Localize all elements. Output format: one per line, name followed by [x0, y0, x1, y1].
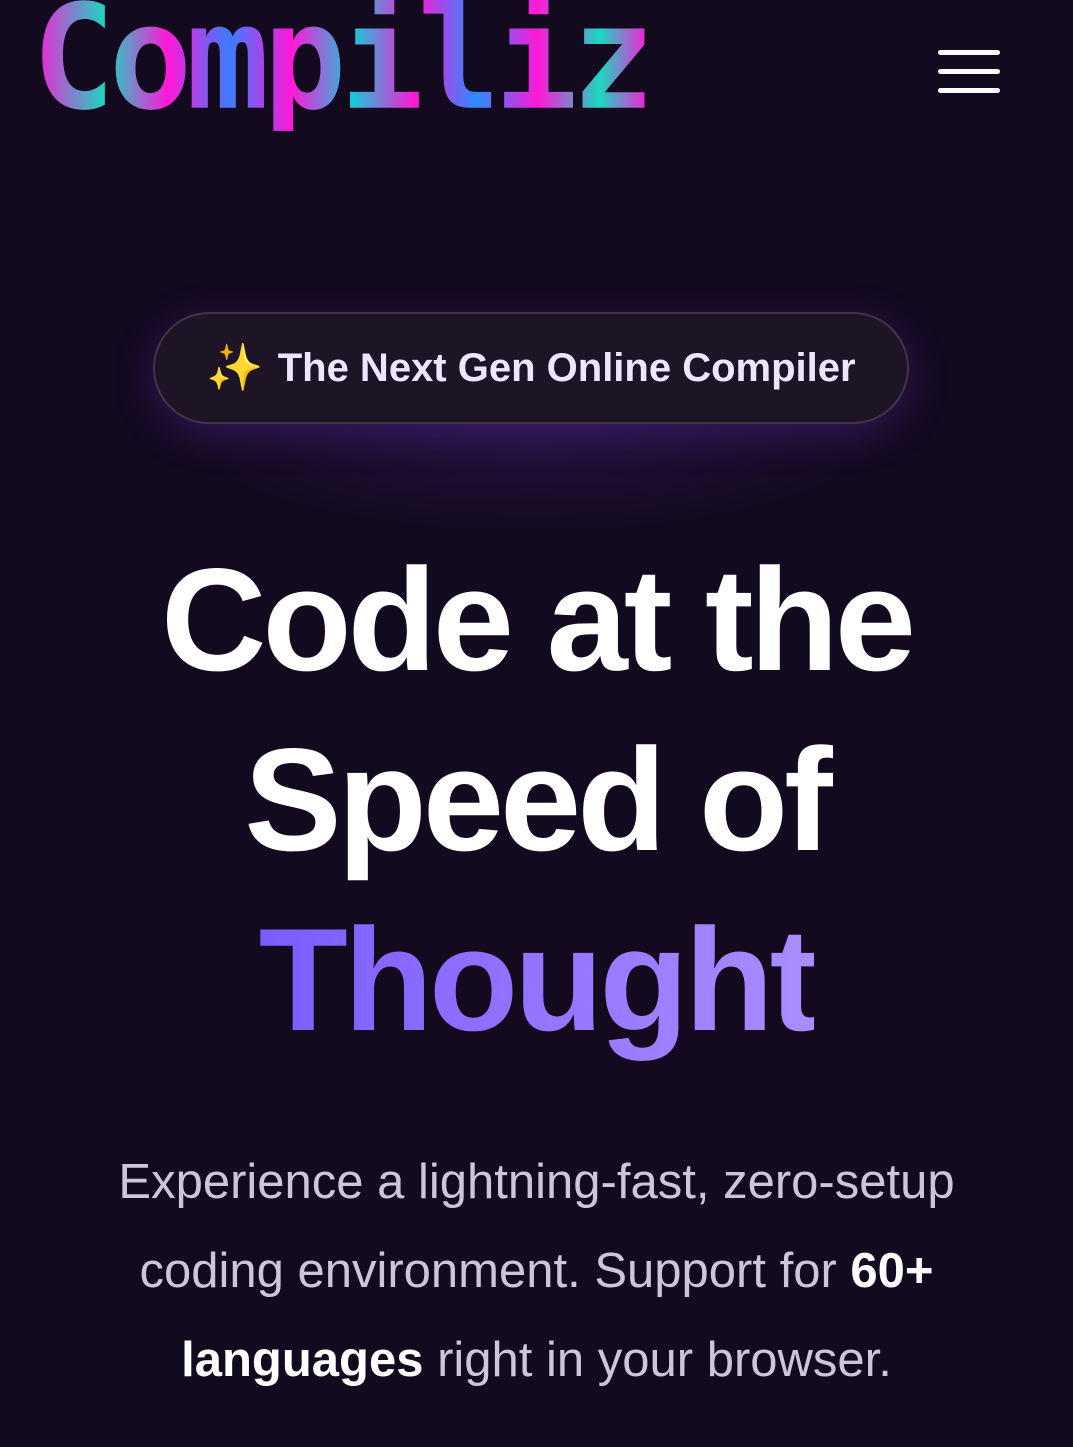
hero-title: Code at the Speed of Thought [0, 530, 1073, 1070]
hero-title-line-1: Code at the [161, 538, 916, 701]
hero-subtitle: Experience a lightning-fast, zero-setup … [40, 1138, 1033, 1405]
hamburger-menu-icon[interactable] [932, 44, 1008, 100]
site-header: Compiliz [0, 0, 1073, 150]
sparkles-icon: ✨ [206, 340, 264, 394]
subtitle-highlight-count: 60+ [850, 1244, 934, 1298]
hero-title-accent: Thought [259, 890, 819, 1070]
subtitle-text-2: right in your browser. [423, 1333, 892, 1387]
compiliz-logo[interactable]: Compiliz [32, 0, 655, 131]
menu-bar-middle [938, 69, 1000, 74]
subtitle-highlight-languages: languages [181, 1333, 424, 1387]
subtitle-text-1: Experience a lightning-fast, zero-setup … [118, 1155, 955, 1298]
hero-title-line-3: Thought [0, 890, 1073, 1070]
hero-title-line-2: Speed of [244, 718, 833, 881]
badge-text: The Next Gen Online Compiler [277, 345, 856, 390]
menu-bar-bottom [938, 88, 1000, 93]
next-gen-badge: ✨ The Next Gen Online Compiler [153, 312, 909, 424]
menu-bar-top [938, 50, 1000, 55]
